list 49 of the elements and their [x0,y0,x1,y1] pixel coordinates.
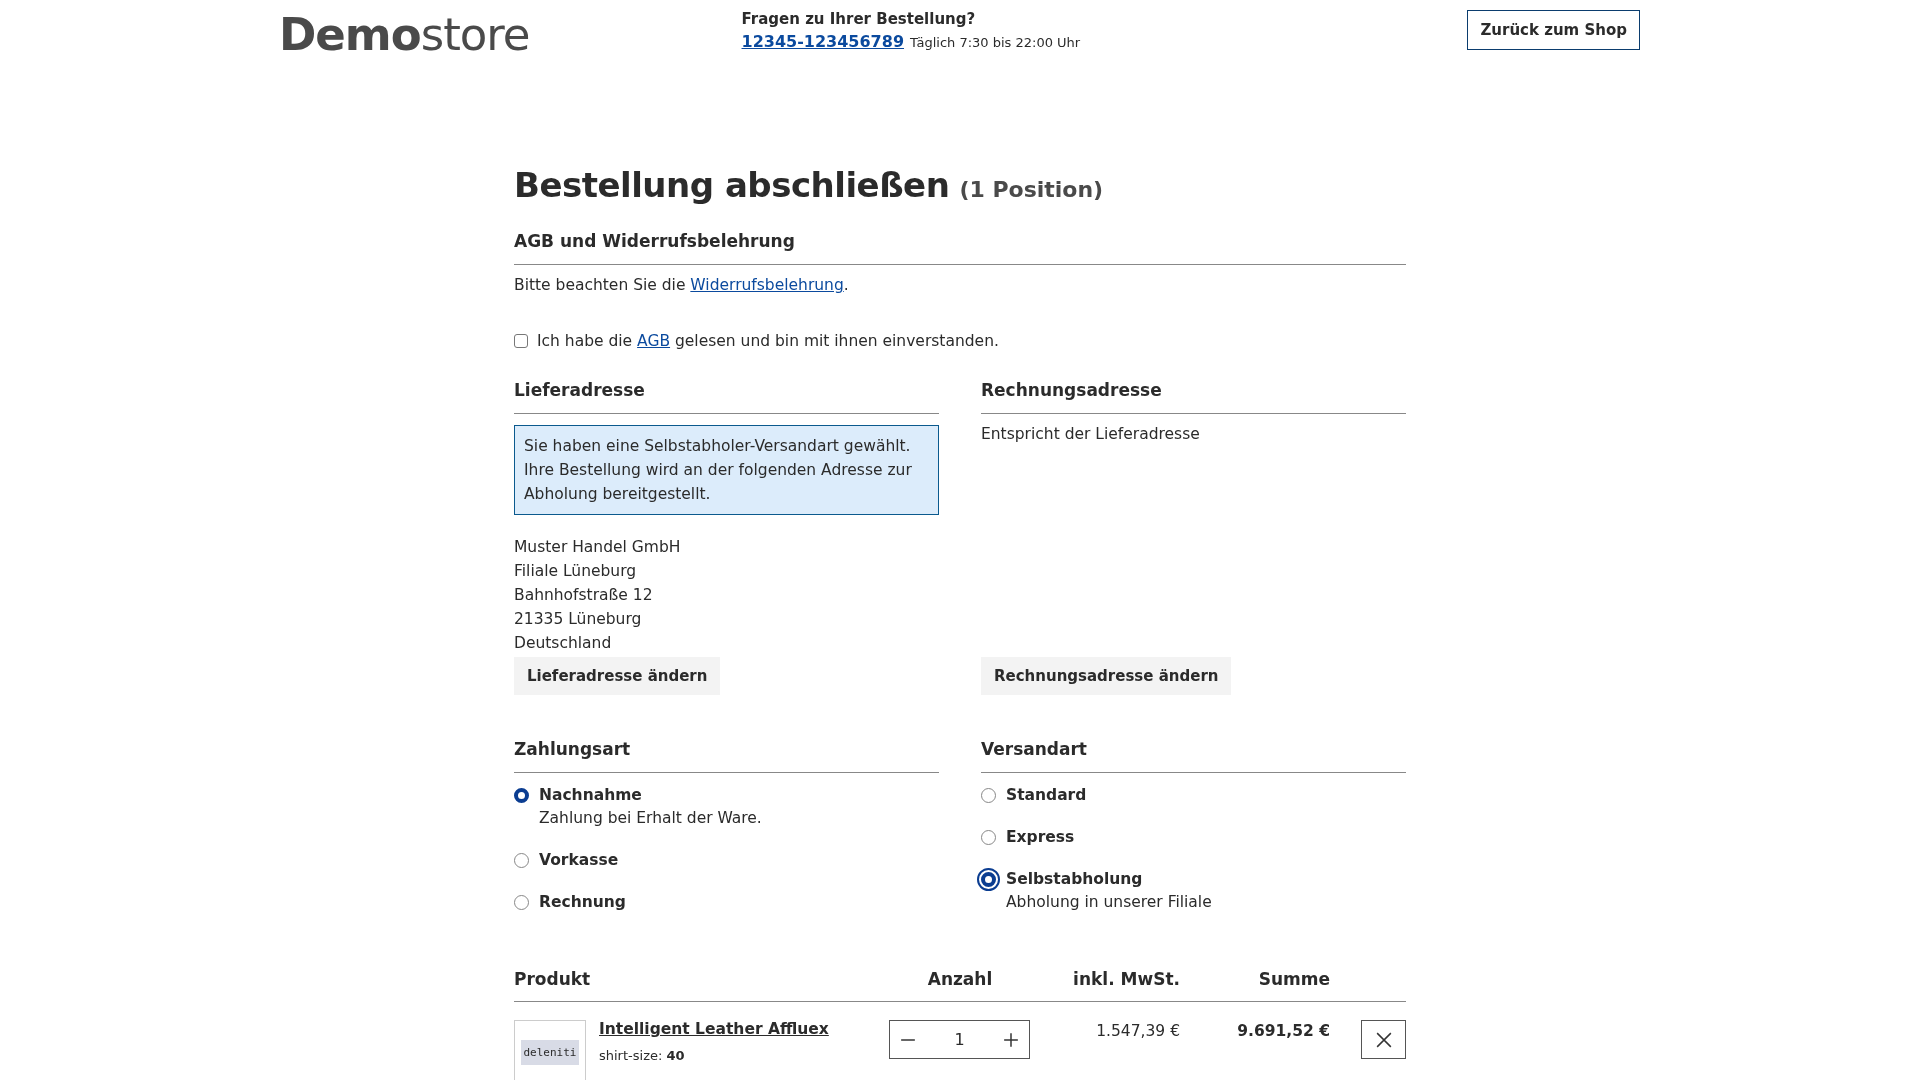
section-heading: Zahlungsart [514,739,939,773]
option-description: Zahlung bei Erhalt der Ware. [539,809,762,827]
back-to-shop-button[interactable]: Zurück zum Shop [1467,10,1640,50]
option-label[interactable]: Vorkasse [539,851,762,869]
change-address-button[interactable]: Rechnungsadresse ändern [981,657,1232,695]
section-heading: AGB und Widerrufsbelehrung [514,231,1406,265]
checkbox-label: Ich habe die AGB gelesen und bin mit ihnen einverstanden. [537,332,999,350]
quantity-stepper[interactable]: 1 [889,1020,1030,1059]
address-line: Filiale Lüneburg [514,561,637,582]
info-message: Sie haben eine Selbstabholer-Versandart gewählt. Ihre Bestellung wird an der folgenden Adresse zur Abholung bereitgestellt. [514,425,939,515]
option-label[interactable]: Nachnahme [539,786,762,804]
item-count: (1 Position) [959,177,1104,202]
option-label[interactable]: Selbstabholung [1006,870,1212,888]
column-header: Produkt [514,969,592,989]
address-line: Muster Handel GmbH [514,537,681,558]
plus-icon[interactable] [1003,1031,1019,1048]
option-label[interactable]: Rechnung [539,893,762,911]
product-option: shirt-size: 40 [599,1048,829,1063]
option-label[interactable]: Standard [1006,786,1212,804]
option-description: Abholung in unserer Filiale [1006,893,1212,911]
line-total: 9.691,52 € [1236,1021,1330,1040]
terms-link[interactable]: AGB [637,332,671,350]
billing-note: Entspricht der Lieferadresse [981,425,1200,443]
section-heading: Versandart [981,739,1406,773]
quantity-value: 1 [954,1030,965,1049]
remove-button[interactable] [1361,1020,1406,1059]
option-label[interactable]: Express [1006,828,1212,846]
address-line: Deutschland [514,633,612,654]
close-icon [1375,1031,1392,1048]
column-header: inkl. MwSt. [1072,969,1180,989]
column-header: Summe [1257,969,1330,989]
contact-heading: Fragen zu Ihrer Bestellung? [741,10,977,28]
address-line: 21335 Lüneburg [514,609,642,630]
product-link[interactable]: Intelligent Leather Affluex [599,1020,829,1038]
column-header: Anzahl [926,969,994,989]
change-address-button[interactable]: Lieferadresse ändern [514,657,721,695]
phone-link[interactable]: 12345-123456789 [741,32,904,51]
address-line: Bahnhofstraße 12 [514,585,653,606]
opening-hours: Täglich 7:30 bis 22:00 Uhr [910,35,1081,50]
section-heading: Lieferadresse [514,380,939,414]
page-title: Bestellung abschließen [514,165,950,205]
terms-checkbox[interactable] [514,334,528,348]
unit-price: 1.547,39 € [1095,1021,1180,1040]
section-heading: Rechnungsadresse [981,380,1406,414]
withdrawal-link[interactable]: Widerrufsbelehrung [690,276,844,294]
store-logo[interactable]: Demostore [279,12,530,57]
notice-text: Bitte beachten Sie die Widerrufsbelehrung. [514,276,850,294]
image-caption: deleniti [520,1039,580,1065]
radio-button[interactable] [514,787,529,803]
